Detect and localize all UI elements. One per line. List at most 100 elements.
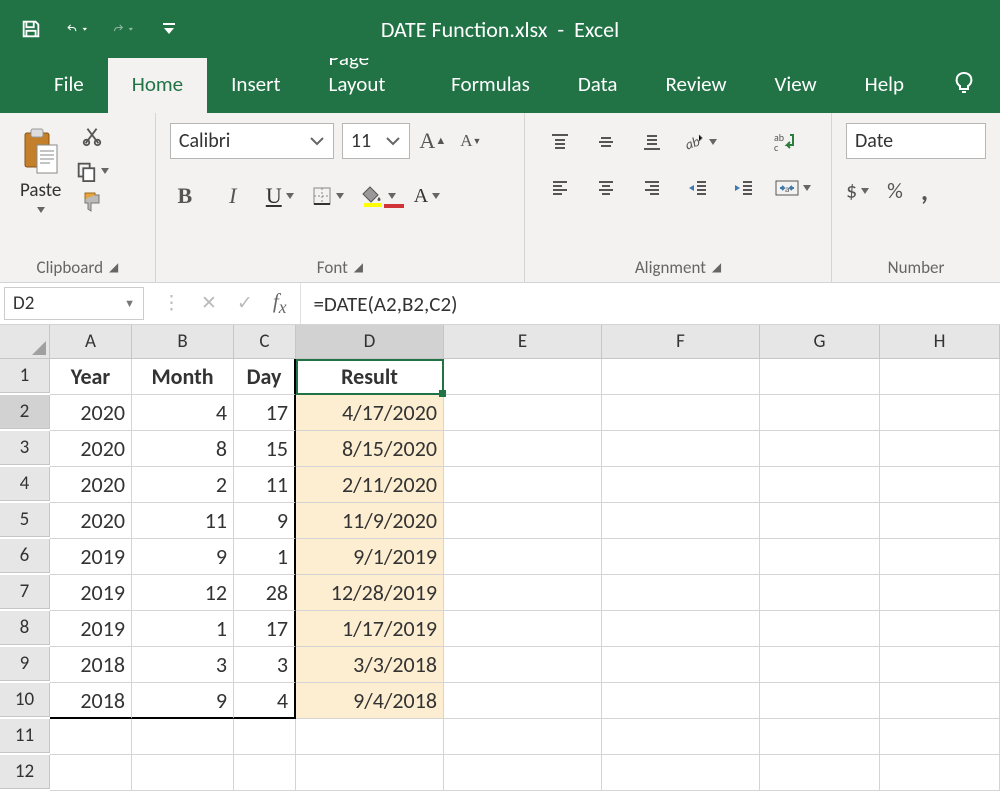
comma-format-button[interactable]: , [921,173,928,208]
cell[interactable]: Month [132,359,234,395]
cell[interactable] [132,755,234,791]
col-header-A[interactable]: A [50,325,132,359]
formula-input[interactable]: =DATE(A2,B2,C2) [300,283,1000,324]
cell[interactable] [880,503,1000,539]
cell[interactable]: 9 [132,539,234,575]
row-header[interactable]: 9 [0,647,50,681]
font-size-combo[interactable]: 11 [342,123,410,159]
col-header-C[interactable]: C [234,325,296,359]
cell[interactable]: 4 [132,395,234,431]
cell[interactable]: 4/17/2020 [296,395,444,431]
increase-indent-icon[interactable] [729,173,759,203]
name-box[interactable]: D2 ▼ [4,287,144,320]
formula-options-icon[interactable]: ⋮ [162,292,181,315]
cell[interactable] [444,647,602,683]
cell[interactable] [602,431,760,467]
row-header[interactable]: 12 [0,755,50,789]
cell[interactable]: 9/1/2019 [296,539,444,575]
row-header[interactable]: 11 [0,719,50,753]
cell[interactable]: 28 [234,575,296,611]
dialog-launcher-icon[interactable]: ◢ [712,260,721,275]
row-header[interactable]: 1 [0,359,50,393]
decrease-font-icon[interactable]: A▼ [456,126,486,156]
cell[interactable]: 8 [132,431,234,467]
cell[interactable] [760,359,880,395]
tab-view[interactable]: View [751,58,841,113]
font-color-button[interactable]: A [414,185,440,208]
cell[interactable]: 2019 [50,539,132,575]
cell[interactable] [444,539,602,575]
worksheet-grid[interactable]: A B C D E F G H 1 Year Month Day Result … [0,325,1000,791]
save-icon[interactable] [20,18,42,40]
cell[interactable] [444,575,602,611]
bold-button[interactable]: B [170,181,200,211]
align-middle-icon[interactable] [591,127,621,157]
cell[interactable] [602,719,760,755]
cell[interactable]: 2020 [50,395,132,431]
accounting-format-button[interactable]: $ [846,177,869,204]
cell[interactable] [50,719,132,755]
cell[interactable]: 11 [132,503,234,539]
tab-insert[interactable]: Insert [207,58,304,113]
cell[interactable] [602,611,760,647]
cell[interactable]: 11/9/2020 [296,503,444,539]
cell[interactable] [602,539,760,575]
cell[interactable] [602,395,760,431]
cell[interactable]: 2019 [50,611,132,647]
cell[interactable] [880,611,1000,647]
cell[interactable] [444,359,602,395]
cell[interactable] [296,719,444,755]
format-painter-button[interactable] [80,190,104,219]
tab-help[interactable]: Help [841,58,928,113]
cell[interactable]: 2020 [50,503,132,539]
underline-button[interactable]: U [266,183,294,209]
cell[interactable]: 12 [132,575,234,611]
cell[interactable] [760,683,880,719]
tab-data[interactable]: Data [554,58,642,113]
col-header-G[interactable]: G [760,325,880,359]
cell[interactable]: 2020 [50,467,132,503]
cell[interactable] [760,575,880,611]
col-header-B[interactable]: B [132,325,234,359]
undo-button[interactable] [66,18,88,40]
tab-home[interactable]: Home [108,58,207,113]
cell[interactable]: Result [296,359,444,395]
cell[interactable] [602,575,760,611]
cell[interactable] [602,359,760,395]
cell[interactable]: 11 [234,467,296,503]
cell[interactable] [880,431,1000,467]
cell[interactable]: 15 [234,431,296,467]
align-top-icon[interactable] [545,127,575,157]
col-header-F[interactable]: F [602,325,760,359]
cell[interactable] [760,431,880,467]
paste-button[interactable]: Paste [14,123,67,218]
cell[interactable] [444,719,602,755]
col-header-E[interactable]: E [444,325,602,359]
decrease-indent-icon[interactable] [683,173,713,203]
cell[interactable] [880,683,1000,719]
copy-button[interactable] [75,160,109,182]
cancel-formula-icon[interactable]: ✕ [201,292,217,315]
cell[interactable]: Year [50,359,132,395]
cell[interactable] [880,467,1000,503]
cell[interactable]: 9 [234,503,296,539]
cell[interactable] [602,755,760,791]
dialog-launcher-icon[interactable]: ◢ [354,260,363,275]
cell[interactable]: 9/4/2018 [296,683,444,719]
cell[interactable] [760,719,880,755]
row-header[interactable]: 4 [0,467,50,501]
cell[interactable]: 8/15/2020 [296,431,444,467]
row-header[interactable]: 5 [0,503,50,537]
cell[interactable] [760,539,880,575]
row-header[interactable]: 8 [0,611,50,645]
insert-function-icon[interactable]: fx [273,289,287,318]
cell[interactable]: 12/28/2019 [296,575,444,611]
number-format-combo[interactable]: Date [846,123,986,159]
cell[interactable]: 4 [234,683,296,719]
cell[interactable]: 17 [234,611,296,647]
cell[interactable] [444,395,602,431]
orientation-button[interactable]: ab [683,131,717,153]
cell[interactable] [760,755,880,791]
cell[interactable]: 2019 [50,575,132,611]
cell[interactable] [602,503,760,539]
